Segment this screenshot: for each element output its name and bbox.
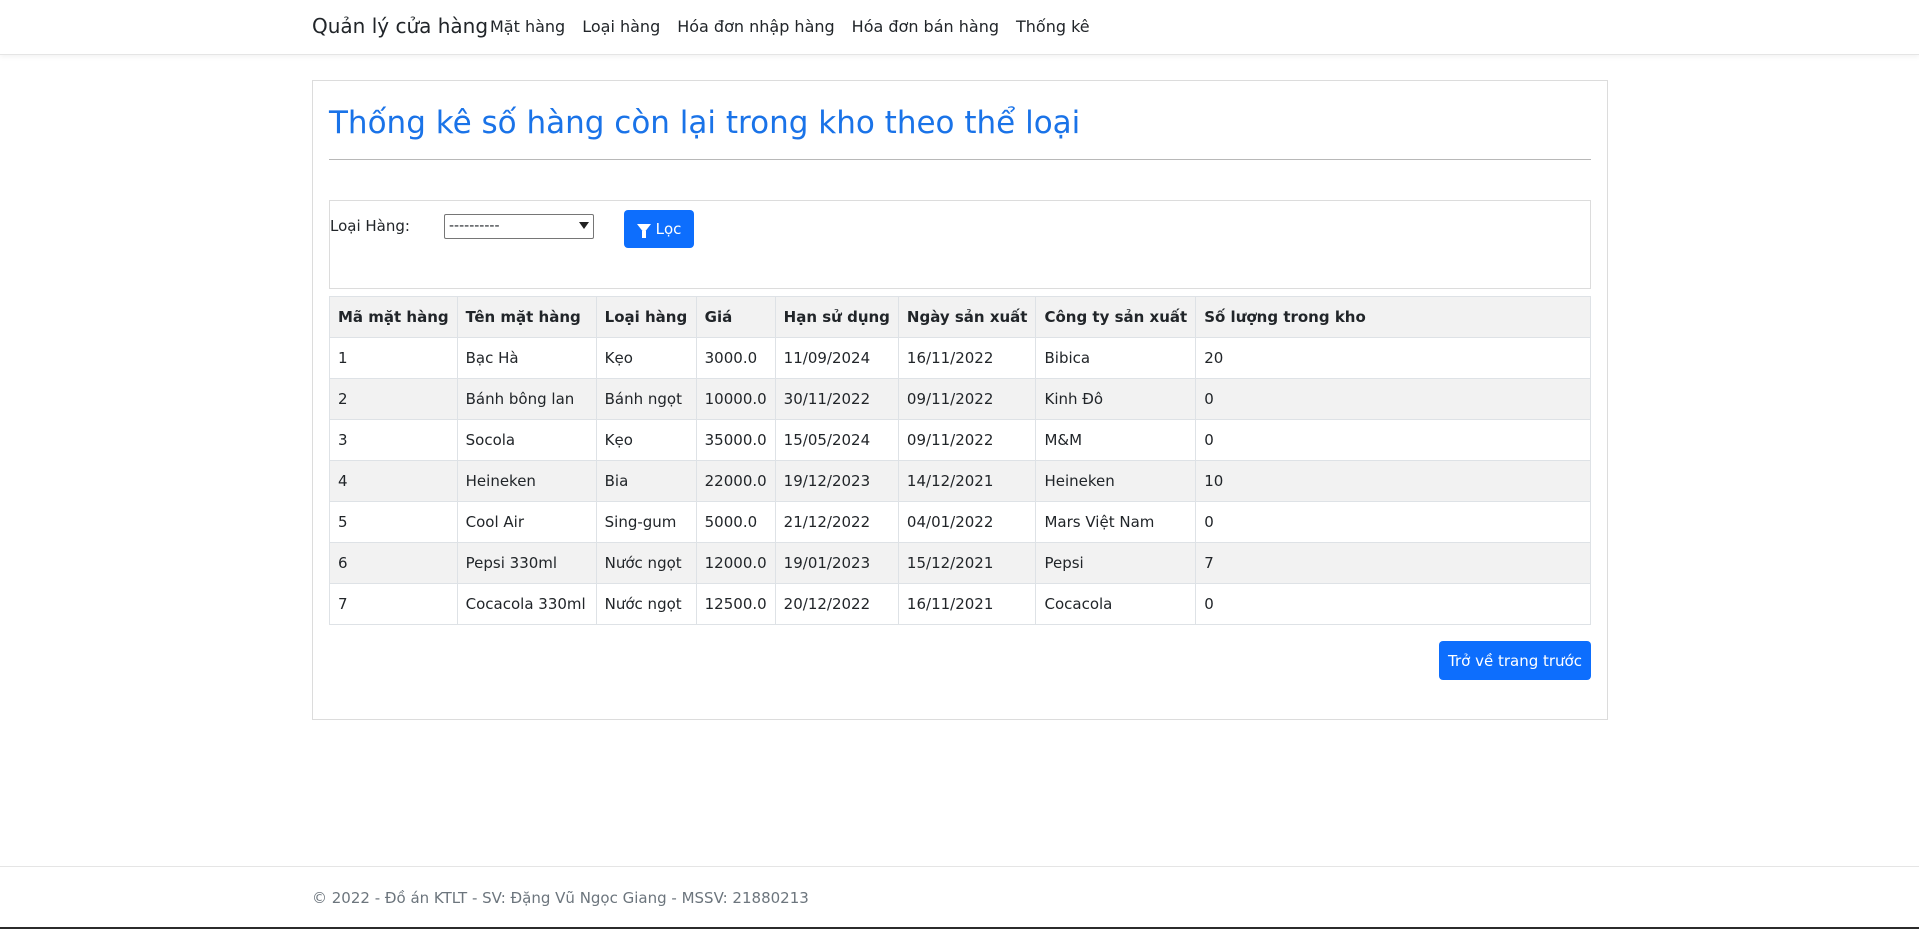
table-cell: Kẹo [595, 419, 697, 461]
nav-link-loai-hang[interactable]: Loại hàng [582, 17, 660, 36]
table-cell: 10 [1195, 460, 1591, 502]
table-cell: 1 [329, 337, 458, 379]
table-cell: 19/12/2023 [774, 460, 899, 502]
table-cell: Cocacola [1035, 583, 1197, 625]
chevron-down-icon [579, 222, 589, 229]
nav-link-hoa-don-nhap-hang[interactable]: Hóa đơn nhập hàng [677, 17, 834, 36]
table-cell: 10000.0 [695, 378, 776, 420]
table-cell: 15/12/2021 [897, 542, 1037, 584]
table-cell: 3000.0 [695, 337, 776, 379]
filter-button-label: Lọc [655, 220, 682, 238]
main-card: Thống kê số hàng còn lại trong kho theo … [312, 80, 1608, 720]
table-cell: 5 [329, 501, 458, 543]
table-cell: 0 [1195, 419, 1591, 461]
table-cell: 4 [329, 460, 458, 502]
table-cell: 12000.0 [695, 542, 776, 584]
navbar: Quản lý cửa hàng Mặt hàng Loại hàng Hóa … [0, 0, 1919, 55]
table-cell: 11/09/2024 [774, 337, 899, 379]
table-cell: 5000.0 [695, 501, 776, 543]
table-cell: 0 [1195, 501, 1591, 543]
column-header: Giá [695, 296, 776, 338]
table-cell: Cocacola 330ml [456, 583, 597, 625]
table-cell: 12500.0 [695, 583, 776, 625]
title-divider [329, 159, 1591, 160]
table-cell: 19/01/2023 [774, 542, 899, 584]
table-cell: Sing-gum [595, 501, 697, 543]
table-cell: 04/01/2022 [897, 501, 1037, 543]
nav-link-hoa-don-ban-hang[interactable]: Hóa đơn bán hàng [852, 17, 999, 36]
table-cell: Kinh Đô [1035, 378, 1197, 420]
column-header: Ngày sản xuất [897, 296, 1037, 338]
table-cell: 3 [329, 419, 458, 461]
table-cell: 2 [329, 378, 458, 420]
column-header: Số lượng trong kho [1195, 296, 1591, 338]
table-cell: Socola [456, 419, 597, 461]
column-header: Công ty sản xuất [1035, 296, 1197, 338]
table-cell: 09/11/2022 [897, 419, 1037, 461]
table-cell: Bánh ngọt [595, 378, 697, 420]
filter-button[interactable]: Lọc [624, 210, 694, 248]
table-cell: M&M [1035, 419, 1197, 461]
table-cell: 35000.0 [695, 419, 776, 461]
table-cell: 15/05/2024 [774, 419, 899, 461]
table-cell: Bạc Hà [456, 337, 597, 379]
table-cell: Nước ngọt [595, 583, 697, 625]
table-cell: Kẹo [595, 337, 697, 379]
table-cell: 16/11/2021 [897, 583, 1037, 625]
table-row: 1 Bạc Hà Kẹo 3000.0 11/09/2024 16/11/2022 Bibi… [329, 337, 1591, 379]
table-row: 2 Bánh bông lan Bánh ngọt 10000.0 30/11/2022… [329, 378, 1591, 420]
table-row: 6 Pepsi 330ml Nước ngọt 12000.0 19/01/2023 15… [329, 542, 1591, 584]
table-cell: 20 [1195, 337, 1591, 379]
nav-links: Mặt hàng Loại hàng Hóa đơn nhập hàng Hóa… [490, 17, 1107, 36]
table-cell: Bibica [1035, 337, 1197, 379]
table-cell: 21/12/2022 [774, 501, 899, 543]
table-cell: 7 [1195, 542, 1591, 584]
page-title: Thống kê số hàng còn lại trong kho theo … [329, 105, 1081, 141]
table-cell: Heineken [1035, 460, 1197, 502]
table-cell: 0 [1195, 583, 1591, 625]
category-select-value: ---------- [449, 218, 500, 234]
table-cell: 0 [1195, 378, 1591, 420]
nav-link-mat-hang[interactable]: Mặt hàng [490, 17, 565, 36]
column-header: Loại hàng [595, 296, 697, 338]
table-cell: 16/11/2022 [897, 337, 1037, 379]
table-cell: 09/11/2022 [897, 378, 1037, 420]
column-header: Tên mặt hàng [456, 296, 597, 338]
column-header: Hạn sử dụng [774, 296, 899, 338]
table-cell: Pepsi 330ml [456, 542, 597, 584]
nav-link-thong-ke[interactable]: Thống kê [1016, 17, 1090, 36]
table-cell: Pepsi [1035, 542, 1197, 584]
table-cell: 22000.0 [695, 460, 776, 502]
table-cell: Bia [595, 460, 697, 502]
category-select[interactable]: ---------- [444, 214, 594, 239]
table-row: 7 Cocacola 330ml Nước ngọt 12500.0 20/12/202… [329, 583, 1591, 625]
table-cell: 14/12/2021 [897, 460, 1037, 502]
filter-icon [636, 223, 651, 238]
table-header-row: Mã mặt hàng Tên mặt hàng Loại hàng Giá H… [329, 296, 1591, 338]
filter-form: Loại Hàng: ---------- Lọc [329, 200, 1591, 289]
table-cell: 20/12/2022 [774, 583, 899, 625]
table-row: 5 Cool Air Sing-gum 5000.0 21/12/2022 04/01/2… [329, 501, 1591, 543]
table-row: 3 Socola Kẹo 35000.0 15/05/2024 09/11/2022 M&M… [329, 419, 1591, 461]
table-cell: Heineken [456, 460, 597, 502]
table-cell: 7 [329, 583, 458, 625]
brand-link[interactable]: Quản lý cửa hàng [312, 14, 488, 38]
filter-label: Loại Hàng: [330, 217, 410, 235]
table-row: 4 Heineken Bia 22000.0 19/12/2023 14/12/2021 H… [329, 460, 1591, 502]
column-header: Mã mặt hàng [329, 296, 458, 338]
inventory-table: Mã mặt hàng Tên mặt hàng Loại hàng Giá H… [329, 296, 1591, 625]
table-cell: Bánh bông lan [456, 378, 597, 420]
footer: © 2022 - Đồ án KTLT - SV: Đặng Vũ Ngọc G… [0, 866, 1919, 929]
table-cell: Nước ngọt [595, 542, 697, 584]
table-cell: Mars Việt Nam [1035, 501, 1197, 543]
footer-text: © 2022 - Đồ án KTLT - SV: Đặng Vũ Ngọc G… [312, 889, 809, 907]
table-cell: Cool Air [456, 501, 597, 543]
back-button[interactable]: Trở về trang trước [1439, 641, 1591, 680]
table-cell: 30/11/2022 [774, 378, 899, 420]
table-cell: 6 [329, 542, 458, 584]
